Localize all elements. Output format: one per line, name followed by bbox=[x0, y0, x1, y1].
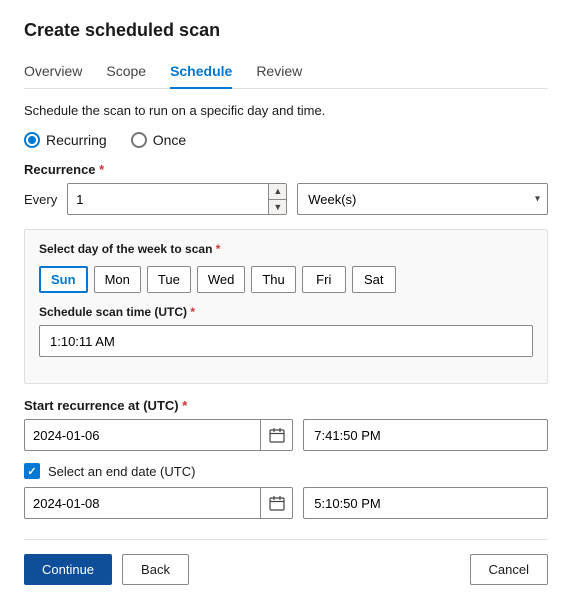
start-recurrence-section: Start recurrence at (UTC) * bbox=[24, 398, 548, 451]
start-date-input[interactable] bbox=[25, 420, 260, 450]
radio-once[interactable]: Once bbox=[131, 132, 186, 148]
day-btn-wed[interactable]: Wed bbox=[197, 266, 246, 293]
footer: Continue Back Cancel bbox=[24, 539, 548, 585]
day-btn-sat[interactable]: Sat bbox=[352, 266, 396, 293]
day-btn-sun[interactable]: Sun bbox=[39, 266, 88, 293]
subtitle: Schedule the scan to run on a specific d… bbox=[24, 103, 548, 118]
back-button[interactable]: Back bbox=[122, 554, 189, 585]
start-calendar-icon[interactable] bbox=[260, 419, 292, 451]
end-date-checkbox-label: Select an end date (UTC) bbox=[48, 464, 195, 479]
end-date-checkbox[interactable] bbox=[24, 463, 40, 479]
tab-overview[interactable]: Overview bbox=[24, 57, 82, 89]
footer-left: Continue Back bbox=[24, 554, 189, 585]
day-btn-fri[interactable]: Fri bbox=[302, 266, 346, 293]
end-date-time-row bbox=[24, 487, 548, 519]
every-value-input[interactable] bbox=[68, 184, 268, 214]
spinner-down-btn[interactable]: ▼ bbox=[269, 200, 286, 215]
radio-once-label: Once bbox=[153, 132, 186, 148]
unit-select-wrap[interactable]: Week(s) Day(s) Month(s) ▾ bbox=[297, 183, 548, 215]
continue-button[interactable]: Continue bbox=[24, 554, 112, 585]
end-time-input[interactable] bbox=[303, 487, 548, 519]
day-section-label: Select day of the week to scan * bbox=[39, 242, 533, 256]
end-date-checkbox-row: Select an end date (UTC) bbox=[24, 463, 548, 479]
radio-recurring-circle bbox=[24, 132, 40, 148]
spinner-up-btn[interactable]: ▲ bbox=[269, 184, 286, 200]
spinner-btns: ▲ ▼ bbox=[268, 184, 286, 214]
scan-time-input[interactable] bbox=[39, 325, 533, 357]
every-label: Every bbox=[24, 192, 57, 207]
tab-schedule[interactable]: Schedule bbox=[170, 57, 232, 89]
radio-recurring-label: Recurring bbox=[46, 132, 107, 148]
start-recurrence-label: Start recurrence at (UTC) * bbox=[24, 398, 548, 413]
radio-once-circle bbox=[131, 132, 147, 148]
tabs-bar: Overview Scope Schedule Review bbox=[24, 57, 548, 89]
day-btn-tue[interactable]: Tue bbox=[147, 266, 191, 293]
day-buttons-row: Sun Mon Tue Wed Thu Fri Sat bbox=[39, 266, 533, 293]
day-of-week-section: Select day of the week to scan * Sun Mon… bbox=[24, 229, 548, 384]
end-date-section: Select an end date (UTC) bbox=[24, 463, 548, 519]
unit-select[interactable]: Week(s) Day(s) Month(s) bbox=[297, 183, 548, 215]
scan-time-section: Schedule scan time (UTC) * bbox=[39, 305, 533, 357]
page-title: Create scheduled scan bbox=[24, 20, 548, 41]
recurrence-section-label: Recurrence * bbox=[24, 162, 548, 177]
start-time-input[interactable] bbox=[303, 419, 548, 451]
frequency-radio-group: Recurring Once bbox=[24, 132, 548, 148]
end-date-input[interactable] bbox=[25, 488, 260, 518]
day-btn-mon[interactable]: Mon bbox=[94, 266, 141, 293]
end-calendar-icon[interactable] bbox=[260, 487, 292, 519]
start-date-time-row bbox=[24, 419, 548, 451]
day-btn-thu[interactable]: Thu bbox=[251, 266, 295, 293]
tab-scope[interactable]: Scope bbox=[106, 57, 146, 89]
cancel-button[interactable]: Cancel bbox=[470, 554, 548, 585]
every-number-input[interactable]: ▲ ▼ bbox=[67, 183, 287, 215]
tab-review[interactable]: Review bbox=[256, 57, 302, 89]
recurrence-row: Every ▲ ▼ Week(s) Day(s) Month(s) ▾ bbox=[24, 183, 548, 215]
start-date-input-wrap bbox=[24, 419, 293, 451]
scan-time-label: Schedule scan time (UTC) * bbox=[39, 305, 533, 319]
radio-recurring[interactable]: Recurring bbox=[24, 132, 107, 148]
end-date-input-wrap bbox=[24, 487, 293, 519]
